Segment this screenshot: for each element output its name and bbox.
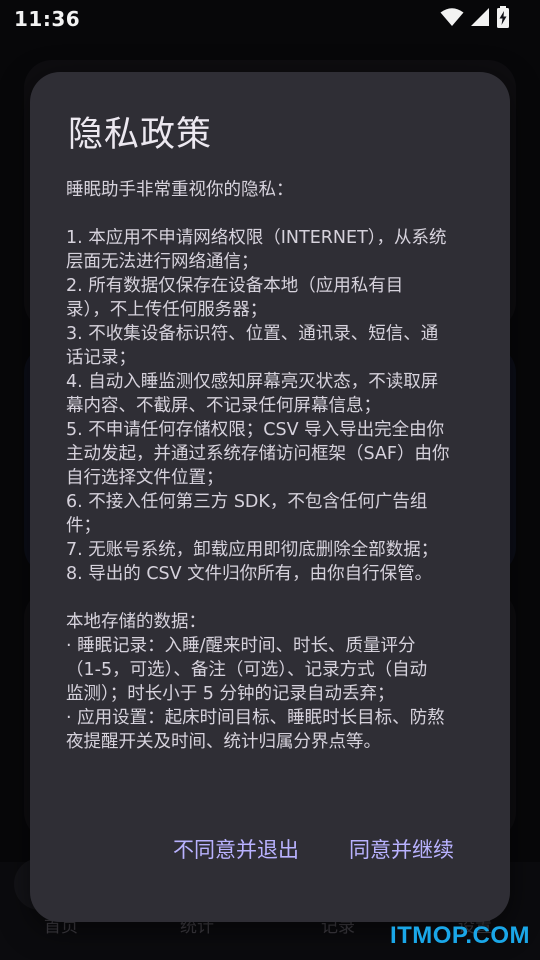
signal-icon — [470, 7, 490, 31]
decline-and-exit-button[interactable]: 不同意并退出 — [173, 834, 299, 864]
status-time: 11:36 — [14, 7, 81, 31]
screen: 首页 统计 记录 设置 11:36 隐私政策 睡眠助手非常重视你的隐私：1. 本… — [0, 0, 540, 960]
policy-text-line: 7. 无账号系统，卸载应用即彻底删除全部数据； — [66, 540, 439, 560]
policy-text-line: 幕内容、不截屏、不记录任何屏幕信息； — [66, 396, 381, 416]
policy-text-line: 夜提醒开关及时间、统计归属分界点等。 — [66, 732, 381, 752]
status-bar: 11:36 — [0, 0, 540, 38]
policy-text-line: 话记录； — [66, 348, 136, 368]
policy-text-line: 层面无法进行网络通信； — [66, 252, 259, 272]
policy-text-line: · 睡眠记录：入睡/醒来时间、时长、质量评分 — [66, 636, 416, 656]
policy-text-line: 件； — [66, 516, 101, 536]
policy-text-line: 8. 导出的 CSV 文件归你所有，由你自行保管。 — [66, 564, 433, 584]
dialog-body: 睡眠助手非常重视你的隐私： 1. 本应用不申请网络权限（INTERNET），从系统… — [66, 178, 486, 754]
policy-text-line: 6. 不接入任何第三方 SDK，不包含任何广告组 — [66, 492, 428, 512]
policy-text-line: 本地存储的数据： — [66, 612, 206, 632]
policy-text-line: 监测）；时长小于 5 分钟的记录自动丢弃； — [66, 684, 395, 704]
policy-text-line: 睡眠助手非常重视你的隐私： — [66, 180, 294, 200]
dialog-title: 隐私政策 — [68, 115, 213, 155]
policy-text-line: 主动发起，并通过系统存储访问框架（SAF）由你 — [66, 444, 450, 464]
policy-text-line: 2. 所有数据仅保存在设备本地（应用私有目 — [66, 276, 404, 296]
policy-text-line: （1-5，可选）、备注（可选）、记录方式（自动 — [66, 660, 428, 680]
policy-text-line: 自行选择文件位置； — [66, 468, 224, 488]
policy-text-line: 5. 不申请任何存储权限；CSV 导入导出完全由你 — [66, 420, 445, 440]
watermark: ITMOP.COM — [389, 922, 530, 949]
status-icons — [440, 6, 510, 32]
battery-charging-icon — [496, 6, 510, 32]
privacy-policy-dialog: 隐私政策 睡眠助手非常重视你的隐私： 1. 本应用不申请网络权限（INTERNET… — [30, 72, 510, 922]
policy-text-line: 3. 不收集设备标识符、位置、通讯录、短信、通 — [66, 324, 439, 344]
policy-text-line: 录），不上传任何服务器； — [66, 300, 268, 320]
policy-text-line: 1. 本应用不申请网络权限（INTERNET），从系统 — [66, 228, 447, 248]
wifi-icon — [440, 7, 464, 31]
policy-text-line: · 应用设置：起床时间目标、睡眠时长目标、防熬 — [66, 708, 445, 728]
policy-text-line: 4. 自动入睡监测仅感知屏幕亮灭状态，不读取屏 — [66, 372, 439, 392]
accept-and-continue-button[interactable]: 同意并继续 — [349, 834, 454, 864]
